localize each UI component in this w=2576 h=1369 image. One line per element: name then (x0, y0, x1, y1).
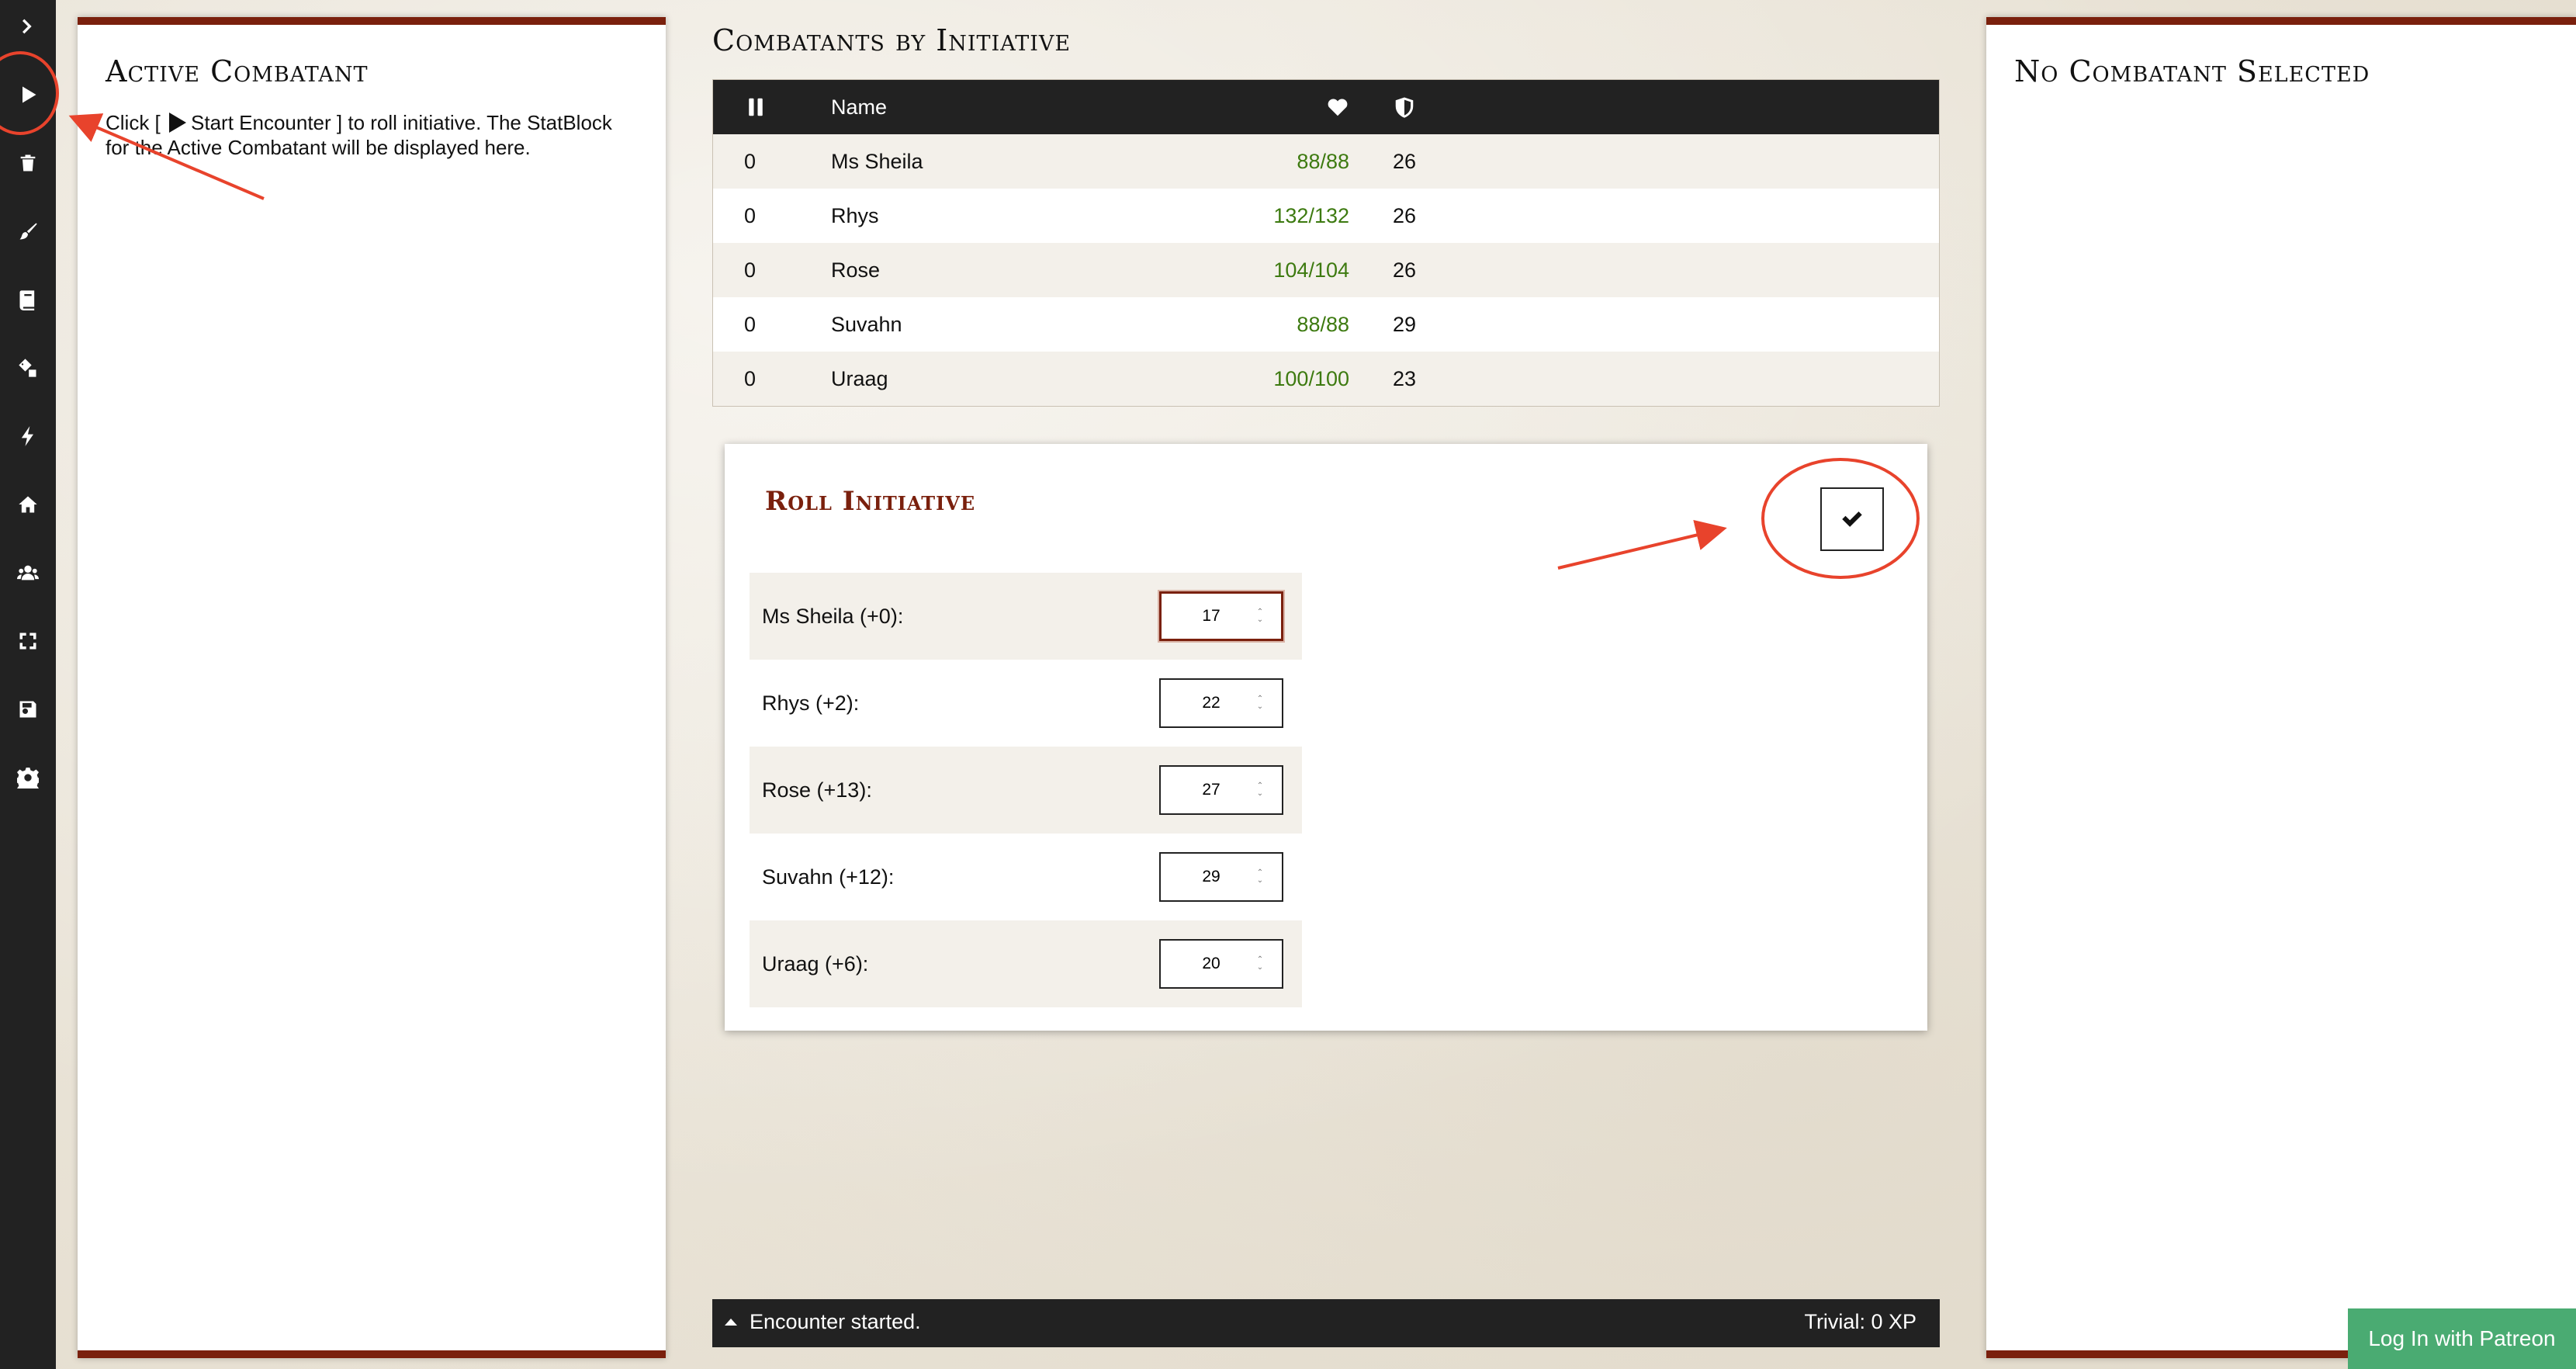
pause-icon (749, 98, 763, 116)
row-initiative: 0 (744, 312, 757, 336)
row-hp: 100/100 (1273, 366, 1349, 390)
initiative-row: Rose (+13): ⌃⌄ (750, 747, 1302, 834)
heart-icon (1328, 99, 1348, 116)
selected-combatant-title: No Combatant Selected (2014, 54, 2370, 88)
stepper-icon[interactable]: ⌃ ⌄ (1252, 778, 1268, 802)
initiative-row: Ms Sheila (+0): ⌃⌄ (750, 573, 1302, 660)
dice-icon (19, 359, 36, 377)
row-ac: 23 (1392, 366, 1416, 390)
row-initiative: 0 (744, 366, 757, 390)
initiative-row-label: Suvahn (+12): (762, 865, 895, 889)
home-button[interactable] (0, 481, 56, 528)
ac-column-header[interactable] (1349, 80, 1416, 134)
row-name: Rose (831, 258, 881, 282)
library-button[interactable] (0, 276, 56, 323)
check-icon (1842, 511, 1862, 527)
initiative-row: Uraag (+6): ⌃⌄ (750, 920, 1302, 1007)
active-combatant-panel: Active Combatant Click [ Start Encounter… (78, 17, 666, 1358)
initiative-row-label: Rhys (+2): (762, 691, 860, 715)
row-hp: 132/132 (1273, 203, 1349, 227)
combatants-table: Name 0 Ms Sheila 88/88 26 0 Rhys 132/132… (712, 79, 1940, 407)
table-row[interactable]: 0 Rose 104/104 26 (713, 243, 1939, 297)
book-icon (19, 290, 35, 310)
chevron-right-icon (23, 19, 32, 34)
dice-roller-button[interactable] (0, 345, 56, 391)
row-initiative: 0 (744, 258, 757, 282)
brush-icon (19, 223, 37, 240)
row-name: Rhys (831, 203, 879, 227)
combatants-title: Combatants by Initiative (712, 23, 1072, 57)
hp-column-header[interactable] (1179, 80, 1349, 134)
row-name: Ms Sheila (831, 149, 923, 173)
name-column-header[interactable]: Name (831, 80, 887, 134)
row-name: Uraag (831, 366, 888, 390)
table-row[interactable]: 0 Uraag 100/100 23 (713, 352, 1939, 406)
row-hp: 88/88 (1297, 149, 1349, 173)
patreon-login-button[interactable]: Log In with Patreon (2348, 1308, 2576, 1369)
row-initiative: 0 (744, 149, 757, 173)
row-hp: 88/88 (1297, 312, 1349, 336)
save-button[interactable] (0, 686, 56, 733)
clean-button[interactable] (0, 208, 56, 255)
party-button[interactable] (0, 549, 56, 596)
left-toolbar (0, 0, 56, 1369)
bolt-icon (21, 426, 33, 446)
selected-combatant-panel: No Combatant Selected (1986, 17, 2576, 1358)
initiative-row: Suvahn (+12): ⌃⌄ (750, 834, 1302, 920)
active-combatant-title: Active Combatant (106, 54, 369, 88)
shield-icon (1395, 97, 1414, 118)
status-message: Encounter started. (750, 1310, 921, 1333)
encounter-status-bar[interactable]: Encounter started. Trivial: 0 XP (712, 1299, 1940, 1347)
active-combatant-instruction: Click [ Start Encounter ] to roll initia… (106, 110, 641, 160)
encounter-difficulty: Trivial: 0 XP (1804, 1310, 1916, 1333)
expand-sidebar-button[interactable] (0, 3, 56, 50)
fullscreen-icon (19, 633, 36, 650)
start-encounter-button[interactable] (0, 71, 56, 118)
row-name: Suvahn (831, 312, 902, 336)
users-icon (17, 565, 39, 581)
initiative-row-label: Rose (+13): (762, 778, 872, 802)
initiative-row-label: Uraag (+6): (762, 951, 869, 976)
row-ac: 26 (1392, 149, 1416, 173)
row-hp: 104/104 (1273, 258, 1349, 282)
clear-encounter-button[interactable] (0, 140, 56, 186)
row-ac: 29 (1392, 312, 1416, 336)
home-icon (19, 496, 37, 513)
instruction-button-label: Start Encounter (191, 111, 331, 134)
play-icon (23, 86, 36, 103)
settings-button[interactable] (0, 754, 56, 801)
quick-action-button[interactable] (0, 413, 56, 459)
stepper-icon[interactable]: ⌃ ⌄ (1252, 691, 1268, 716)
initiative-row: Rhys (+2): ⌃⌄ (750, 660, 1302, 747)
play-icon (169, 113, 187, 133)
gear-icon (17, 768, 39, 788)
save-icon (19, 701, 36, 718)
table-row[interactable]: 0 Ms Sheila 88/88 26 (713, 134, 1939, 189)
trash-icon (20, 154, 36, 172)
stepper-icon[interactable]: ⌃ ⌄ (1252, 604, 1268, 629)
instruction-prefix: Click [ (106, 111, 161, 134)
confirm-initiative-button[interactable] (1820, 487, 1884, 551)
caret-up-icon (725, 1319, 737, 1326)
row-ac: 26 (1392, 258, 1416, 282)
table-row[interactable]: 0 Suvahn 88/88 29 (713, 297, 1939, 352)
stepper-icon[interactable]: ⌃ ⌄ (1252, 951, 1268, 976)
fullscreen-button[interactable] (0, 618, 56, 664)
stepper-icon[interactable]: ⌃ ⌄ (1252, 865, 1268, 889)
initiative-column-header[interactable] (744, 80, 767, 134)
row-initiative: 0 (744, 203, 757, 227)
roll-initiative-prompt: Roll Initiative Ms Sheila (+0): ⌃⌄ Rhys … (725, 444, 1927, 1031)
table-body: 0 Ms Sheila 88/88 26 0 Rhys 132/132 26 0… (713, 134, 1939, 406)
roll-initiative-title: Roll Initiative (765, 486, 976, 517)
table-header: Name (713, 80, 1939, 134)
initiative-row-label: Ms Sheila (+0): (762, 604, 904, 628)
row-ac: 26 (1392, 203, 1416, 227)
table-row[interactable]: 0 Rhys 132/132 26 (713, 189, 1939, 243)
